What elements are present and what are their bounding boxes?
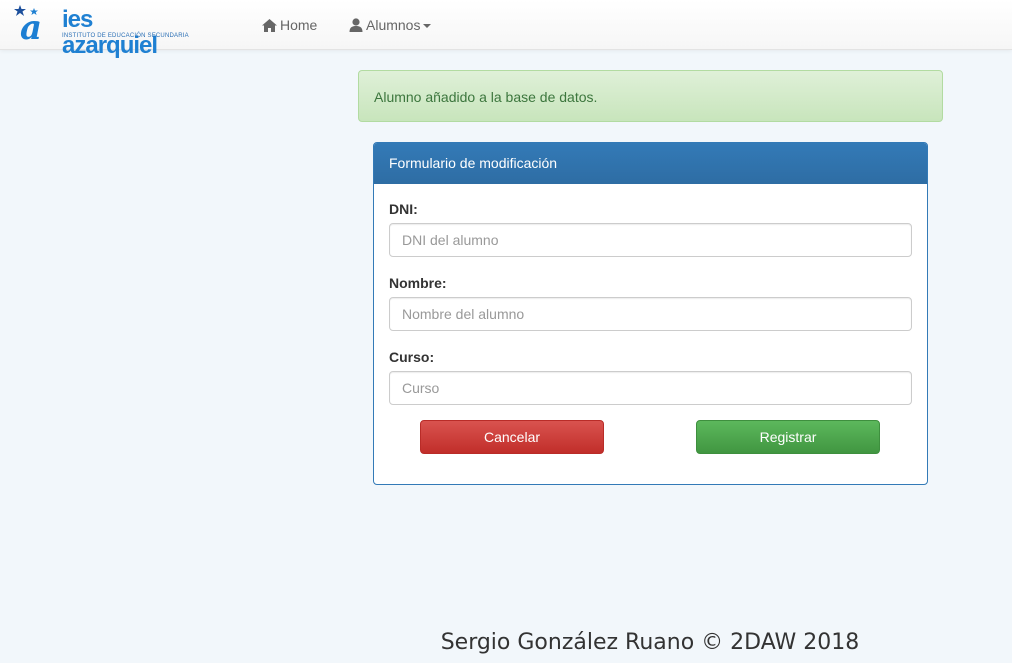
cancel-button[interactable]: Cancelar: [420, 420, 604, 454]
chevron-down-icon: [423, 24, 432, 28]
register-button[interactable]: Registrar: [696, 420, 880, 454]
edit-form-panel: Formulario de modificación DNI: Nombre: …: [373, 142, 928, 485]
footer-credits: Sergio González Ruano © 2DAW 2018: [440, 630, 860, 655]
nav-home-link[interactable]: Home: [262, 15, 317, 35]
user-icon: [349, 18, 363, 32]
dni-label: DNI:: [389, 201, 418, 217]
site-logo[interactable]: a ies azarquiel INSTITUTO DE EDUCACIÓN S…: [14, 5, 190, 59]
dni-input[interactable]: [389, 223, 912, 257]
success-alert: Alumno añadido a la base de datos.: [358, 70, 943, 122]
nav-alumnos-label: Alumnos: [366, 17, 421, 33]
logo-mark: a: [20, 8, 43, 48]
curso-input[interactable]: [389, 371, 912, 405]
nav-home-label: Home: [280, 17, 318, 33]
nombre-input[interactable]: [389, 297, 912, 331]
logo-subtitle: INSTITUTO DE EDUCACIÓN SECUNDARIA: [62, 33, 189, 39]
curso-label: Curso:: [389, 349, 435, 365]
nav-alumnos-dropdown[interactable]: Alumnos: [349, 15, 432, 35]
alert-message: Alumno añadido a la base de datos.: [374, 89, 598, 105]
panel-title: Formulario de modificación: [374, 143, 927, 184]
top-navbar: a ies azarquiel INSTITUTO DE EDUCACIÓN S…: [0, 0, 1012, 59]
nombre-label: Nombre:: [389, 275, 447, 291]
home-icon: [262, 19, 277, 32]
